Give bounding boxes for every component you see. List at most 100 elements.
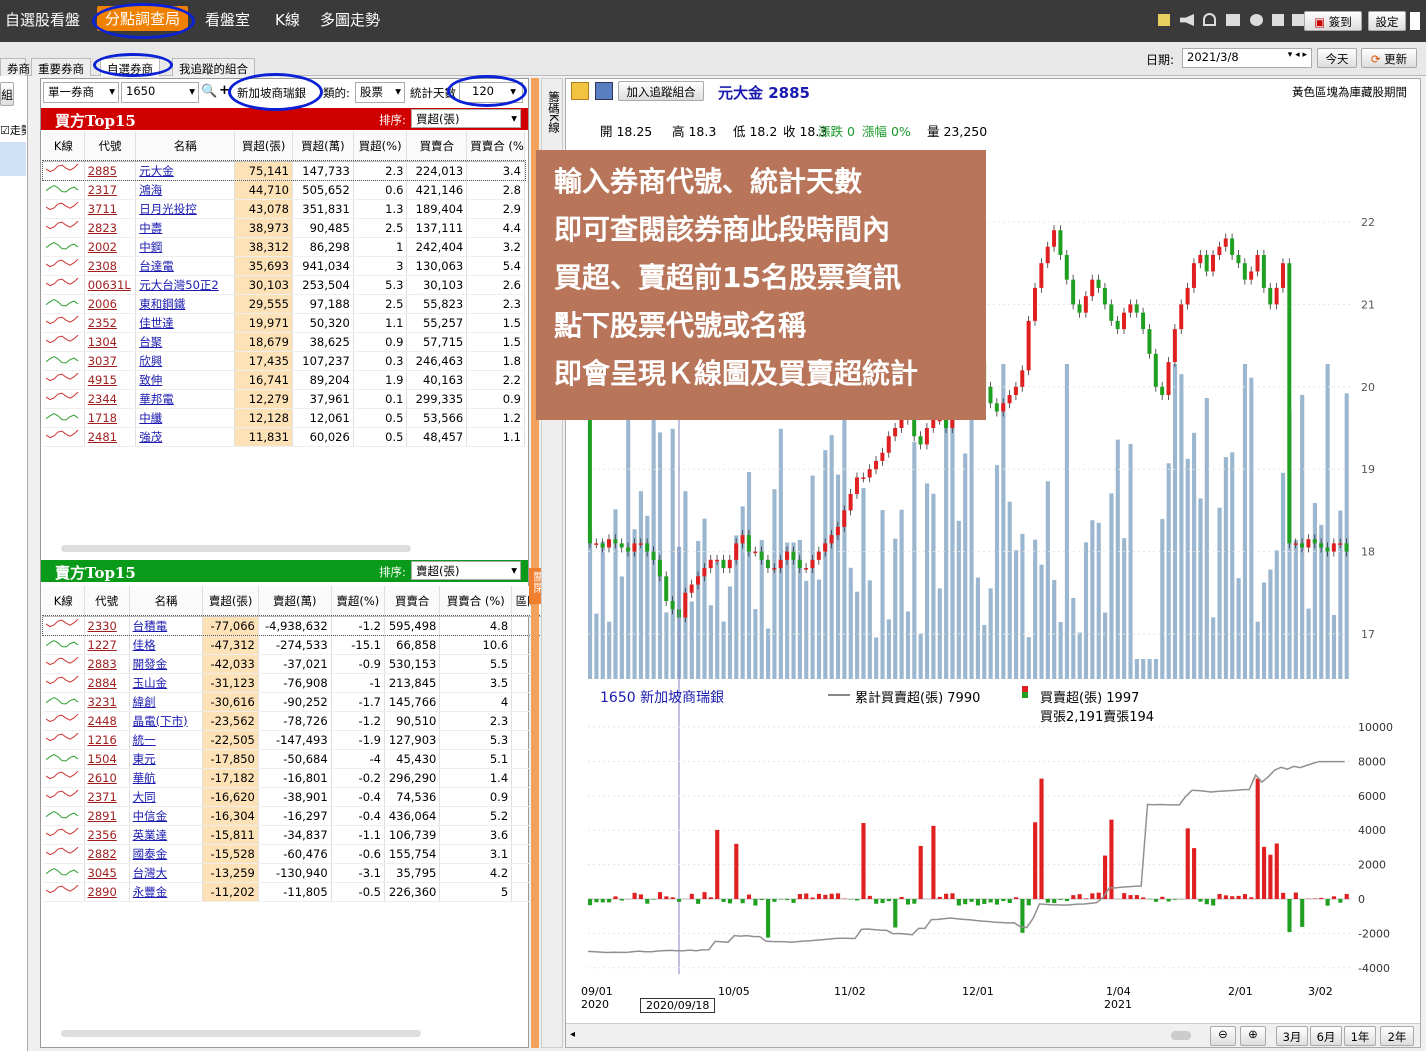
range-2y-button[interactable]: 2年: [1380, 1026, 1414, 1046]
table-row[interactable]: 2610 華航 -17,182 -16,801 -0.2 296,290 1.4: [43, 768, 543, 788]
stock-name-link[interactable]: 永豐金: [129, 882, 204, 902]
stock-code-link[interactable]: 2610: [84, 768, 130, 788]
stock-name-link[interactable]: 中信金: [129, 806, 204, 826]
kline-cell[interactable]: [43, 275, 85, 295]
speaker-icon[interactable]: [1180, 14, 1194, 26]
kline-cell[interactable]: [43, 711, 85, 731]
table-row[interactable]: 2891 中信金 -16,304 -16,297 -0.4 436,064 5.2: [43, 806, 543, 826]
sell-hscrollbar[interactable]: [61, 1030, 421, 1037]
table-row[interactable]: 2481 強茂 11,831 60,026 0.5 48,457 1.1: [43, 427, 525, 447]
column-header[interactable]: K線: [43, 131, 85, 162]
kline-cell[interactable]: [43, 427, 85, 447]
search-icon[interactable]: 🔍: [201, 84, 217, 99]
column-header[interactable]: 買賣合 (%): [466, 131, 525, 162]
buy-hscrollbar[interactable]: [61, 545, 411, 552]
stock-code-link[interactable]: 3711: [84, 199, 137, 219]
table-row[interactable]: 1304 台聚 18,679 38,625 0.9 57,715 1.5: [43, 332, 525, 352]
column-header[interactable]: 賣超(萬): [258, 586, 332, 617]
stock-code-link[interactable]: 3037: [84, 351, 137, 371]
column-header[interactable]: 買賣合: [384, 586, 441, 617]
column-header[interactable]: 買超(%): [353, 131, 408, 162]
stock-code-link[interactable]: 3045: [84, 863, 130, 883]
stock-code-link[interactable]: 2356: [84, 825, 130, 845]
stock-code-link[interactable]: 00631L: [84, 275, 137, 295]
stock-name-link[interactable]: 元大台灣50正2: [135, 275, 236, 295]
column-header[interactable]: K線: [43, 586, 85, 617]
stock-code-link[interactable]: 3231: [84, 692, 130, 712]
stock-name-link[interactable]: 強茂: [135, 427, 236, 447]
table-row[interactable]: 2371 大同 -16,620 -38,901 -0.4 74,536 0.9: [43, 787, 543, 807]
stock-code-link[interactable]: 2884: [84, 673, 130, 693]
days-select[interactable]: 120 ▾: [459, 82, 523, 103]
stock-code-link[interactable]: 2352: [84, 313, 137, 333]
kline-cell[interactable]: [43, 389, 85, 409]
buy-sort-select[interactable]: 買超(張) ▾: [411, 109, 521, 128]
kline-cell[interactable]: [43, 313, 85, 333]
today-button[interactable]: 今天: [1317, 48, 1357, 68]
headset-icon[interactable]: [1203, 13, 1216, 26]
table-row[interactable]: 2356 英業達 -15,811 -34,837 -1.1 106,739 3.6: [43, 825, 543, 845]
table-row[interactable]: 3711 日月光投控 43,078 351,831 1.3 189,404 2.9: [43, 199, 525, 219]
stock-name-link[interactable]: 日月光投控: [135, 199, 236, 219]
stock-code-link[interactable]: 2344: [84, 389, 137, 409]
nav-watchlist[interactable]: 自選股看盤: [5, 9, 80, 30]
nav-kline[interactable]: K線: [275, 9, 300, 30]
stock-code-link[interactable]: 2481: [84, 427, 137, 447]
table-row[interactable]: 1718 中纖 12,128 12,061 0.5 53,566 1.2: [43, 408, 525, 428]
column-header[interactable]: 代號: [84, 586, 130, 617]
stock-name-link[interactable]: 東元: [129, 749, 204, 769]
kline-cell[interactable]: [43, 180, 85, 200]
column-header[interactable]: 名稱: [135, 131, 236, 162]
stock-code-link[interactable]: 2371: [84, 787, 130, 807]
nav-broker-branch[interactable]: 分點調查局: [97, 6, 189, 31]
date-spinner-icon[interactable]: ▾ ◂ ▸: [1288, 50, 1307, 60]
table-row[interactable]: 2882 國泰金 -15,528 -60,476 -0.6 155,754 3.1: [43, 844, 543, 864]
range-3m-button[interactable]: 3月: [1276, 1026, 1308, 1046]
left-stub-check[interactable]: ☑走勢: [0, 122, 26, 138]
add-icon[interactable]: +: [219, 83, 230, 98]
chat-icon[interactable]: [1250, 14, 1263, 26]
refresh-button[interactable]: ⟳ 更新: [1361, 48, 1417, 68]
kline-cell[interactable]: [43, 863, 85, 883]
kline-cell[interactable]: [43, 218, 85, 238]
stock-name-link[interactable]: 統一: [129, 730, 204, 750]
column-header[interactable]: 買超(萬): [292, 131, 354, 162]
kline-cell[interactable]: [43, 199, 85, 219]
grid-icon[interactable]: [1292, 14, 1304, 26]
table-row[interactable]: 2448 晶電(下市) -23,562 -78,726 -1.2 90,510 2.3: [43, 711, 543, 731]
kline-cell[interactable]: [43, 825, 85, 845]
kline-cell[interactable]: [43, 673, 85, 693]
zoom-in-icon[interactable]: ⊕: [1240, 1026, 1266, 1046]
kline-cell[interactable]: [43, 692, 85, 712]
kline-cell[interactable]: [43, 237, 85, 257]
mode-select[interactable]: 單一券商 ▾: [43, 82, 119, 103]
note-icon[interactable]: [1158, 14, 1170, 26]
table-row[interactable]: 1504 東元 -17,850 -50,684 -4 45,430 5.1: [43, 749, 543, 769]
stock-name-link[interactable]: 中鋼: [135, 237, 236, 257]
stock-name-link[interactable]: 台灣大: [129, 863, 204, 883]
stock-code-link[interactable]: 2448: [84, 711, 130, 731]
stock-name-link[interactable]: 大同: [129, 787, 204, 807]
table-row[interactable]: 00631L 元大台灣50正2 30,103 253,504 5.3 30,103 2.6: [43, 275, 525, 295]
settings-button[interactable]: 設定: [1368, 11, 1406, 31]
date-field[interactable]: 2021/3/8 ▾ ◂ ▸: [1182, 48, 1312, 68]
calendar-icon[interactable]: [1226, 14, 1240, 26]
kline-cell[interactable]: [43, 730, 85, 750]
kline-cell[interactable]: [43, 787, 85, 807]
stock-name-link[interactable]: 緯創: [129, 692, 204, 712]
kline-cell[interactable]: [43, 806, 85, 826]
sign-in-button[interactable]: ▣ 簽到: [1304, 11, 1362, 31]
tab-broker-stub[interactable]: 券商: [0, 58, 30, 76]
column-header[interactable]: 買賣合: [406, 131, 468, 162]
stock-name-link[interactable]: 鴻海: [135, 180, 236, 200]
stock-code-link[interactable]: 1718: [84, 408, 137, 428]
kline-cell[interactable]: [43, 882, 85, 902]
stock-name-link[interactable]: 晶電(下市): [129, 711, 204, 731]
kline-cell[interactable]: [43, 351, 85, 371]
stock-name-link[interactable]: 開發金: [129, 654, 204, 674]
tab-tracked-groups[interactable]: 我追蹤的組合: [172, 58, 255, 76]
stock-name-link[interactable]: 佳世達: [135, 313, 236, 333]
column-header[interactable]: 買賣合 (%): [439, 586, 513, 617]
kline-cell[interactable]: [43, 635, 85, 655]
tab-important-brokers[interactable]: 重要券商: [31, 58, 91, 76]
